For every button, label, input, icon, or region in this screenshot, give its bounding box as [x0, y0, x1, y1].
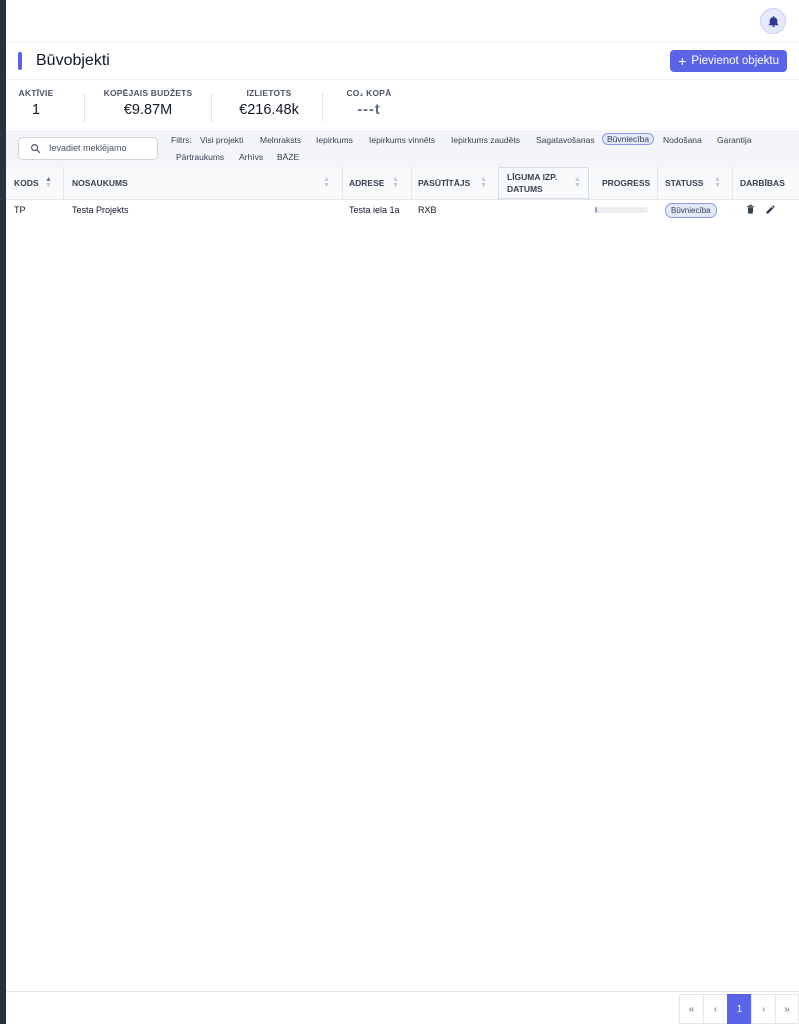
stat-divider: [84, 92, 85, 122]
stats-summary: AKTĪVIE 1 KOPĒJAIS BUDŽETS €9.87M IZLIET…: [6, 80, 799, 130]
column-label: KODS: [14, 178, 39, 188]
plus-icon: +: [678, 53, 687, 69]
sort-icon[interactable]: ▲ ▼: [392, 176, 399, 189]
stat-label: IZLIETOTS: [246, 88, 292, 98]
search-placeholder: Ievadiet meklējamo: [49, 143, 127, 153]
cell-pasutitajs: RXB: [418, 205, 437, 215]
stat-divider: [211, 92, 212, 122]
column-header-adrese[interactable]: ADRESE: [349, 167, 384, 199]
filter-chip-procurement-won[interactable]: Iepirkums vinnēts: [369, 135, 435, 145]
filter-chip-draft[interactable]: Melnraksts: [260, 135, 301, 145]
next-page-button[interactable]: ›: [751, 994, 775, 1024]
filter-bar: Ievadiet meklējamo Filtrs: Visi projekti…: [6, 130, 799, 167]
sort-icon[interactable]: ▲ ▼: [45, 176, 52, 189]
bell-icon: [768, 15, 778, 27]
sort-icon[interactable]: ▲ ▼: [480, 176, 487, 189]
column-divider: [63, 167, 64, 199]
column-header-progress[interactable]: PROGRESS: [602, 167, 650, 199]
app-window: Būvobjekti + Pievienot objektu AKTĪVIE 1…: [6, 0, 799, 1024]
stat-label: KOPĒJAIS BUDŽETS: [103, 88, 193, 98]
first-page-button[interactable]: «: [679, 994, 703, 1024]
table-footer: « ‹ 1 › »: [6, 991, 799, 1024]
table-row[interactable]: TP Testa Projekts Testa iela 1a RXB Būvn…: [6, 200, 799, 220]
edit-icon[interactable]: [765, 204, 776, 215]
column-label: PROGRESS: [602, 178, 651, 188]
progress-bar: [595, 207, 648, 213]
cell-kods: TP: [14, 205, 26, 215]
stat-label: CO₂ KOPĀ: [346, 88, 392, 98]
delete-icon[interactable]: [745, 204, 756, 215]
column-label: ADRESE: [349, 178, 385, 188]
sort-icon[interactable]: ▲ ▼: [574, 176, 581, 189]
column-label: PASŪTĪTĀJS: [418, 178, 471, 188]
filter-chip-warranty[interactable]: Garantija: [717, 135, 752, 145]
column-divider: [411, 167, 412, 199]
search-input[interactable]: Ievadiet meklējamo: [18, 137, 158, 160]
stat-total-budget: KOPĒJAIS BUDŽETS €9.87M: [100, 88, 196, 118]
filter-chip-handover[interactable]: Nodošana: [663, 135, 702, 145]
pagination: « ‹ 1 › »: [679, 994, 799, 1024]
filter-chip-archive[interactable]: Arhīvs: [239, 152, 263, 162]
filter-chip-procurement-lost[interactable]: Iepirkums zaudēts: [451, 135, 520, 145]
stat-co2-total: CO₂ KOPĀ ---t: [338, 88, 400, 118]
stat-divider: [322, 92, 323, 122]
filter-chip-construction[interactable]: Būvniecība: [602, 133, 655, 145]
stat-active: AKTĪVIE 1: [18, 88, 54, 118]
filter-chip-all[interactable]: Visi projekti: [200, 135, 243, 145]
column-header-darbibas: DARBĪBAS: [740, 167, 785, 199]
column-label: DARBĪBAS: [740, 178, 785, 188]
stat-value: €216.48k: [239, 102, 299, 118]
stat-spent: IZLIETOTS €216.48k: [232, 88, 306, 118]
filters-label: Filtrs:: [171, 135, 192, 145]
column-label: NOSAUKUMS: [72, 178, 128, 188]
stat-value: ---t: [357, 102, 381, 118]
column-header-nosaukums[interactable]: NOSAUKUMS: [72, 167, 128, 199]
sort-icon[interactable]: ▲ ▼: [714, 176, 721, 189]
column-label: STATUSS: [665, 178, 704, 188]
current-page-button[interactable]: 1: [727, 994, 751, 1024]
stat-value: 1: [31, 102, 41, 118]
table-header: KODS ▲ ▼ NOSAUKUMS ▲ ▼ ADRESE ▲ ▼ PASŪTĪTĀJ…: [6, 167, 799, 200]
page-header: Būvobjekti + Pievienot objektu: [6, 43, 799, 80]
column-header-statuss[interactable]: STATUSS: [665, 167, 703, 199]
filter-chip-procurement[interactable]: Iepirkums: [316, 135, 353, 145]
column-header-kods[interactable]: KODS: [14, 167, 39, 199]
last-page-button[interactable]: »: [775, 994, 799, 1024]
column-header-pasutitajs[interactable]: PASŪTĪTĀJS: [418, 167, 470, 199]
search-icon: [31, 144, 41, 154]
filter-chip-base[interactable]: BĀZE: [277, 152, 299, 162]
cell-adrese: Testa iela 1a: [349, 205, 400, 215]
column-divider: [342, 167, 343, 199]
column-divider: [657, 167, 658, 199]
filter-chip-preparation[interactable]: Sagatavošanas: [536, 135, 595, 145]
notifications-button[interactable]: [760, 8, 786, 34]
add-object-button[interactable]: + Pievienot objektu: [670, 50, 787, 72]
stat-label: AKTĪVIE: [18, 88, 54, 98]
sort-icon[interactable]: ▲ ▼: [323, 176, 330, 189]
top-bar: [6, 0, 799, 43]
stat-value: €9.87M: [123, 102, 173, 118]
status-badge: Būvniecība: [665, 203, 717, 218]
column-divider: [732, 167, 733, 199]
progress-fill: [595, 207, 597, 213]
add-object-label: Pievienot objektu: [691, 55, 779, 67]
prev-page-button[interactable]: ‹: [703, 994, 727, 1024]
title-accent-bar: [18, 52, 22, 70]
filter-chip-paused[interactable]: Pārtraukums: [176, 152, 224, 162]
cell-nosaukums: Testa Projekts: [72, 205, 129, 215]
page-title: Būvobjekti: [36, 52, 110, 69]
